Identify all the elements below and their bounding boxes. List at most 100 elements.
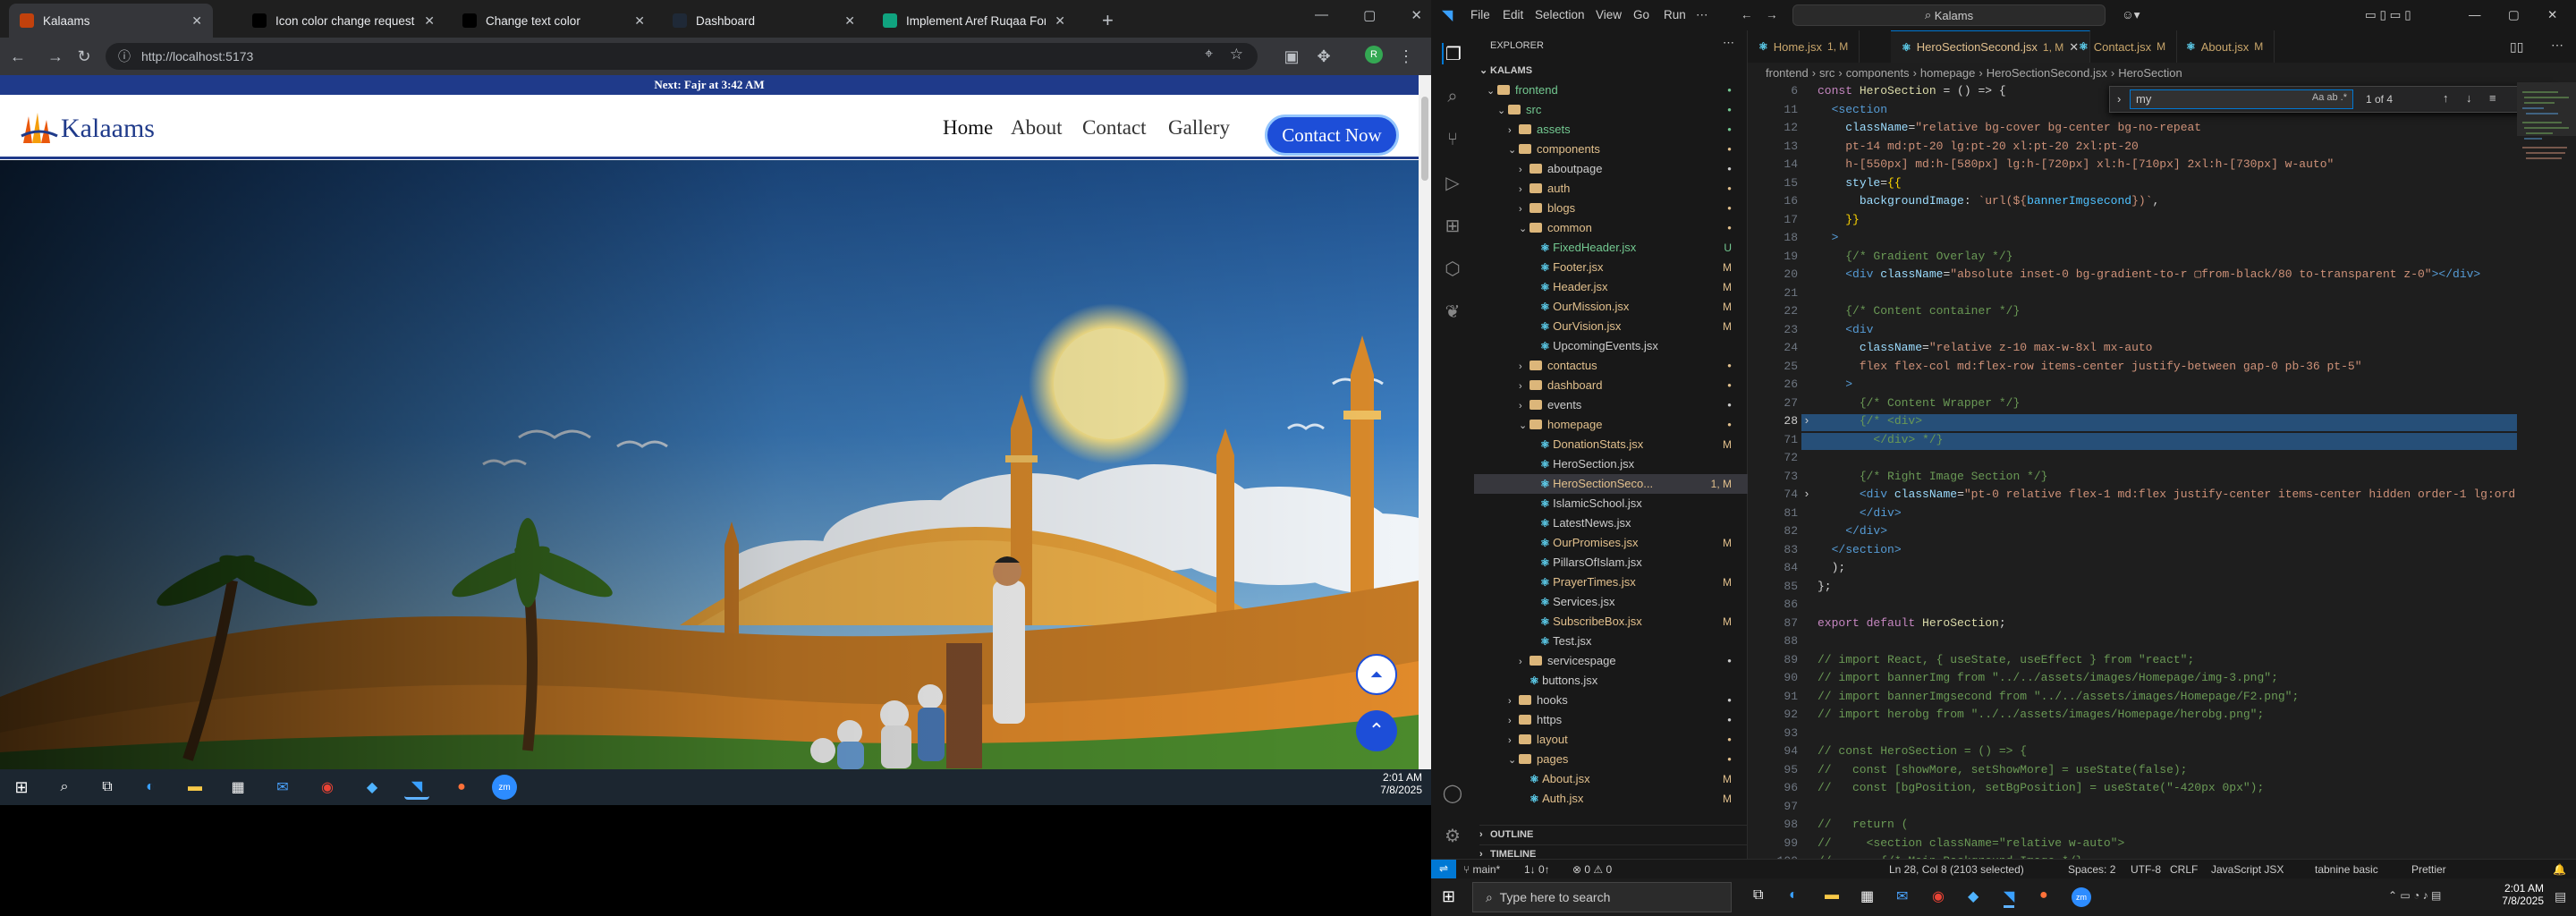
- search-icon[interactable]: ⌕: [52, 775, 77, 800]
- close-tab-icon[interactable]: ✕: [191, 13, 202, 29]
- nav-contact[interactable]: Contact: [1082, 116, 1147, 140]
- tree-file-item[interactable]: ⚛ buttons.jsx: [1474, 671, 1748, 691]
- nav-forward-icon[interactable]: →: [1766, 8, 1778, 21]
- editor-tab[interactable]: ⚛ Contact.jsx M: [2068, 30, 2178, 63]
- code-line[interactable]: // import herobg from "../../assets/imag…: [1818, 708, 2264, 721]
- remote-icon[interactable]: ⬡: [1442, 258, 1463, 279]
- code-line[interactable]: };: [1818, 580, 1832, 593]
- minimize-icon[interactable]: —: [2469, 8, 2481, 21]
- editor-more-icon[interactable]: ⋯: [2551, 38, 2563, 53]
- code-line[interactable]: export default HeroSection;: [1818, 616, 2006, 630]
- code-line[interactable]: );: [1818, 561, 1846, 574]
- settings-gear-icon[interactable]: ⚙: [1442, 825, 1463, 846]
- code-line[interactable]: // const HeroSection = () => {: [1818, 744, 2027, 758]
- breadcrumb-item[interactable]: frontend: [1766, 66, 1809, 80]
- scroll-up-outline-button[interactable]: ⏶: [1356, 654, 1397, 695]
- tree-file-item[interactable]: ⚛ Header.jsx M: [1474, 277, 1748, 297]
- timeline-section[interactable]: › TIMELINE: [1479, 844, 1748, 860]
- code-line[interactable]: // import bannerImg from "../../assets/i…: [1818, 671, 2278, 684]
- app-icon[interactable]: ◆: [360, 775, 385, 800]
- chrome-icon[interactable]: ◉: [1932, 887, 1945, 905]
- contact-now-button[interactable]: Contact Now: [1265, 114, 1399, 156]
- menu-go[interactable]: Go: [1633, 8, 1649, 21]
- tree-folder-item[interactable]: › layout ●: [1474, 730, 1748, 750]
- code-line[interactable]: // import React, { useState, useEffect }…: [1818, 653, 2194, 666]
- tree-folder-item[interactable]: › hooks ●: [1474, 691, 1748, 710]
- forward-icon[interactable]: →: [45, 46, 66, 67]
- search-icon[interactable]: ⌕: [1442, 86, 1463, 107]
- tree-folder-item[interactable]: ⌄ components ●: [1474, 140, 1748, 159]
- firefox-icon[interactable]: ●: [2039, 887, 2048, 903]
- code-line[interactable]: h-[550px] md:h-[580px] lg:h-[720px] xl:h…: [1818, 157, 2334, 171]
- code-line[interactable]: >: [1818, 231, 1839, 244]
- git-branch[interactable]: ⑂ main*: [1463, 863, 1500, 876]
- code-editor[interactable]: 6 const HeroSection = () => {11 <section 1…: [1748, 82, 2517, 904]
- close-tab-icon[interactable]: ✕: [634, 13, 645, 29]
- outline-section[interactable]: › OUTLINE: [1479, 825, 1748, 840]
- zoom-icon[interactable]: zm: [2072, 887, 2091, 907]
- tree-file-item[interactable]: ⚛ Auth.jsx M: [1474, 789, 1748, 809]
- breadcrumb-item[interactable]: homepage: [1920, 66, 1975, 80]
- menu-file[interactable]: File: [1470, 8, 1490, 21]
- tree-folder-item[interactable]: ⌄ common ●: [1474, 218, 1748, 238]
- next-match-icon[interactable]: ↓: [2466, 91, 2472, 105]
- page-scrollbar-thumb[interactable]: [1421, 97, 1428, 181]
- code-line[interactable]: flex flex-col md:flex-row items-center j…: [1818, 360, 2362, 373]
- code-line[interactable]: <div className="pt-0 relative flex-1 md:…: [1818, 488, 2515, 501]
- close-tab-icon[interactable]: ✕: [1055, 13, 1065, 29]
- browser-tab[interactable]: Icon color change request ✕: [242, 4, 445, 38]
- nav-about[interactable]: About: [1011, 116, 1063, 140]
- tree-file-item[interactable]: ⚛ About.jsx M: [1474, 769, 1748, 789]
- address-bar[interactable]: ⓘ http://localhost:5173 ⌖ ☆: [106, 43, 1258, 70]
- tree-folder-item[interactable]: › aboutpage ●: [1474, 159, 1748, 179]
- code-line[interactable]: pt-14 md:pt-20 lg:pt-20 xl:pt-20 2xl:pt-…: [1818, 140, 2139, 153]
- task-view-icon[interactable]: ⧉: [95, 775, 120, 800]
- code-line[interactable]: <div className="absolute inset-0 bg-grad…: [1818, 267, 2480, 281]
- tree-folder-item[interactable]: › contactus ●: [1474, 356, 1748, 376]
- tree-file-item[interactable]: ⚛ OurMission.jsx M: [1474, 297, 1748, 317]
- code-line[interactable]: className="relative z-10 max-w-8xl mx-au…: [1818, 341, 2153, 354]
- tree-file-item[interactable]: ⚛ OurVision.jsx M: [1474, 317, 1748, 336]
- code-line[interactable]: // const [bgPosition, setBgPosition] = u…: [1818, 781, 2264, 794]
- breadcrumb-item[interactable]: HeroSectionSecond.jsx: [1987, 66, 2107, 80]
- tree-folder-item[interactable]: ⌄ homepage ●: [1474, 415, 1748, 435]
- chrome-menu-icon[interactable]: ⋮: [1395, 46, 1417, 67]
- layout-icons[interactable]: ▭ ▯ ▭ ▯: [2365, 8, 2411, 22]
- breadcrumb-item[interactable]: HeroSection: [2118, 66, 2182, 80]
- breadcrumb-item[interactable]: src: [1819, 66, 1835, 80]
- tree-file-item[interactable]: ⚛ IslamicSchool.jsx: [1474, 494, 1748, 513]
- store-icon[interactable]: ▦: [225, 775, 250, 800]
- code-line[interactable]: </section>: [1818, 543, 1902, 556]
- close-tab-icon[interactable]: ✕: [844, 13, 855, 29]
- cursor-position[interactable]: Ln 28, Col 8 (2103 selected): [1889, 863, 2024, 876]
- tree-file-item[interactable]: ⚛ Footer.jsx M: [1474, 258, 1748, 277]
- tree-file-item[interactable]: ⚛ OurPromises.jsx M: [1474, 533, 1748, 553]
- indentation[interactable]: Spaces: 2: [2068, 863, 2115, 876]
- right-clock[interactable]: 2:01 AM 7/8/2025: [2490, 882, 2544, 907]
- start-windows-icon[interactable]: ⊞: [1442, 887, 1455, 906]
- edge-icon[interactable]: ◐: [138, 775, 163, 800]
- tree-file-item[interactable]: ⚛ Services.jsx: [1474, 592, 1748, 612]
- code-line[interactable]: // import bannerImgsecond from "../../as…: [1818, 690, 2299, 703]
- browser-tab[interactable]: Kalaams ✕: [9, 4, 213, 38]
- problems-indicator[interactable]: ⊗ 0 ⚠ 0: [1572, 863, 1612, 876]
- tree-file-item[interactable]: ⚛ HeroSection.jsx: [1474, 454, 1748, 474]
- previous-match-icon[interactable]: ↑: [2443, 91, 2449, 105]
- code-line[interactable]: <section: [1818, 103, 1887, 116]
- tree-file-item[interactable]: ⚛ DonationStats.jsx M: [1474, 435, 1748, 454]
- code-line[interactable]: }}: [1818, 213, 1860, 226]
- explorer-more-icon[interactable]: ⋯: [1723, 36, 1734, 50]
- tree-file-item[interactable]: ⚛ UpcomingEvents.jsx: [1474, 336, 1748, 356]
- code-line[interactable]: // const [showMore, setShowMore] = useSt…: [1818, 763, 2187, 776]
- back-icon[interactable]: ←: [7, 46, 29, 67]
- close-window-icon[interactable]: ✕: [1411, 7, 1422, 23]
- find-in-selection-icon[interactable]: ≡: [2489, 91, 2496, 105]
- fold-chevron-icon[interactable]: ›: [1803, 414, 1810, 428]
- menu-more-icon[interactable]: ⋯: [1696, 8, 1708, 22]
- firefox-icon[interactable]: ●: [449, 775, 474, 800]
- mail-icon[interactable]: ✉: [270, 775, 295, 800]
- nav-home[interactable]: Home: [943, 116, 993, 140]
- nav-back-icon[interactable]: ←: [1741, 8, 1753, 21]
- maximize-icon[interactable]: ▢: [2508, 8, 2520, 22]
- tree-folder-item[interactable]: › https ●: [1474, 710, 1748, 730]
